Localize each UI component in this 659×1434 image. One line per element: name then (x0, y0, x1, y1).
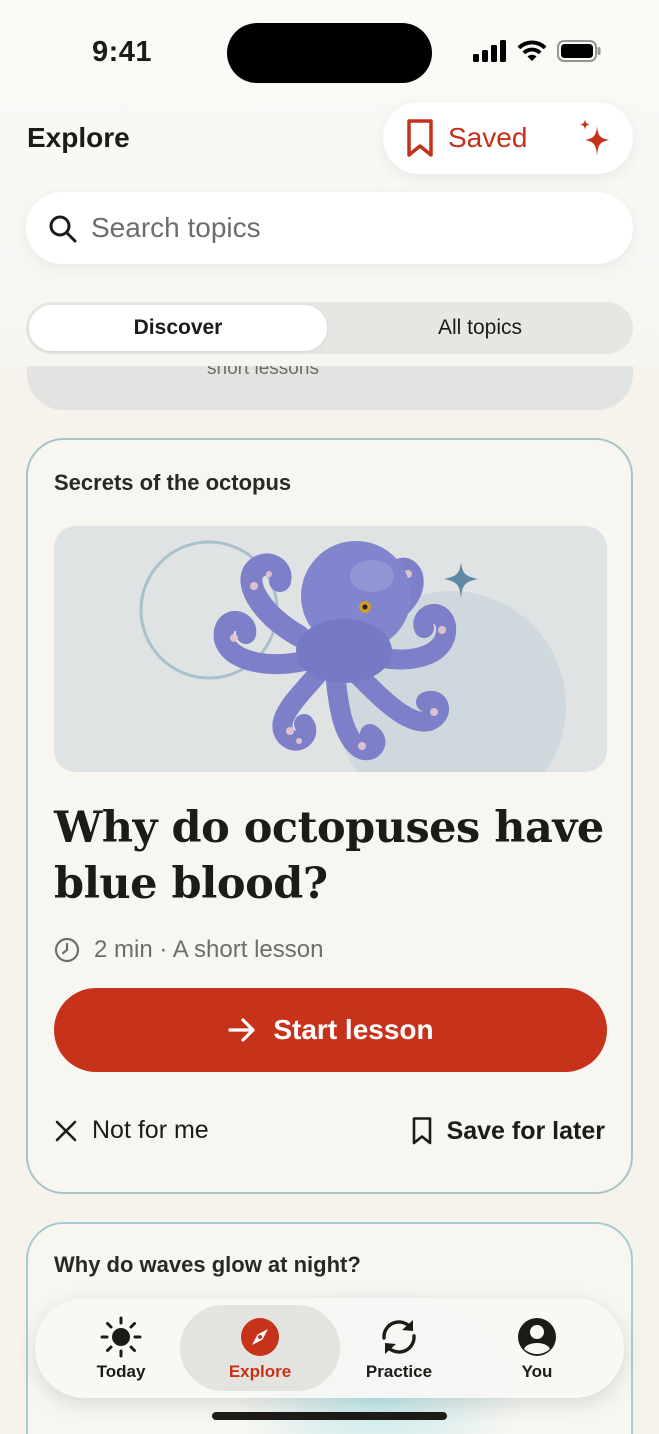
lesson-duration: 2 min · A short lesson (94, 936, 324, 963)
tab-bar: Today Explore Practice You (35, 1298, 624, 1398)
lesson-meta: 2 min · A short lesson (54, 936, 323, 964)
lesson-title: Why do octopuses have blue blood? (54, 803, 604, 909)
tab-you[interactable]: You (467, 1298, 607, 1398)
tab-practice-label: Practice (365, 1362, 433, 1381)
search-bar[interactable] (26, 192, 633, 264)
start-lesson-label: Start lesson (273, 1014, 434, 1045)
segmented-control: Discover All topics (26, 302, 633, 354)
refresh-icon (382, 1320, 416, 1354)
not-for-me-button[interactable]: Not for me (54, 1116, 209, 1145)
search-icon (49, 215, 77, 243)
segment-discover[interactable]: Discover (29, 305, 327, 351)
sparkle-icon (580, 119, 609, 156)
compass-icon (241, 1318, 279, 1356)
tab-explore[interactable]: Explore (190, 1298, 330, 1398)
person-icon (518, 1318, 556, 1356)
arrow-right-icon (228, 1018, 255, 1042)
tab-today-label: Today (96, 1362, 146, 1381)
next-card-kicker: Why do waves glow at night? (54, 1252, 361, 1277)
segment-all-topics[interactable]: All topics (330, 305, 630, 351)
tab-explore-label: Explore (228, 1362, 292, 1381)
clock-icon (54, 937, 80, 963)
status-icons (473, 40, 601, 62)
close-icon (55, 1120, 77, 1141)
card-kicker: Secrets of the octopus (54, 470, 292, 495)
cellular-signal-icon (473, 40, 506, 62)
save-for-later-button[interactable]: Save for later (411, 1116, 605, 1146)
search-input[interactable] (91, 208, 591, 248)
octopus-illustration (54, 526, 607, 772)
save-for-later-label: Save for later (446, 1116, 605, 1145)
wifi-icon (517, 40, 547, 61)
tab-today[interactable]: Today (51, 1298, 191, 1398)
sun-icon (100, 1316, 142, 1358)
tab-you-label: You (521, 1362, 553, 1381)
dynamic-island (227, 23, 432, 83)
bookmark-icon (412, 1117, 431, 1145)
status-bar: 9:41 (0, 0, 659, 100)
status-time: 9:41 (92, 36, 153, 68)
bookmark-icon (407, 119, 433, 157)
not-for-me-label: Not for me (92, 1116, 209, 1144)
page-title: Explore (27, 122, 130, 153)
home-indicator (212, 1412, 447, 1420)
tab-practice[interactable]: Practice (329, 1298, 469, 1398)
octopus-artwork (139, 540, 566, 772)
start-lesson-button[interactable]: Start lesson (54, 988, 607, 1072)
battery-icon (557, 40, 601, 62)
saved-label: Saved (448, 122, 528, 153)
saved-button[interactable]: Saved (383, 102, 633, 174)
lesson-card[interactable]: Secrets of the octopus Why do octopuses … (26, 438, 633, 1194)
